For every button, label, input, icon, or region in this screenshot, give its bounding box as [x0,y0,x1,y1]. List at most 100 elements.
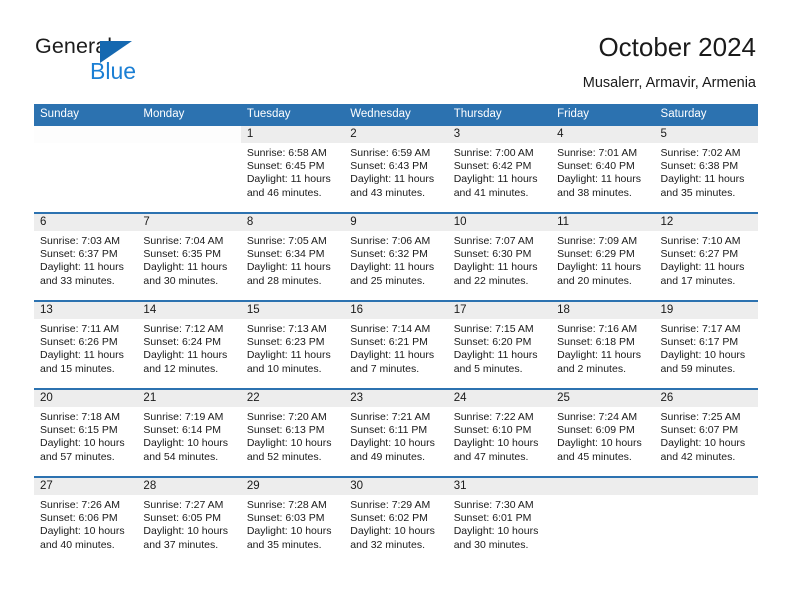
daylight-text-line1: Daylight: 10 hours [246,525,332,538]
calendar-week-inner: 27 Sunrise: 7:26 AM Sunset: 6:06 PM Dayligh… [34,478,758,564]
calendar-day-cell[interactable]: 24 Sunrise: 7:22 AM Sunset: 6:10 PM Dayligh… [447,390,552,476]
daylight-text-line1: Daylight: 10 hours [660,437,746,450]
weekday-header-sunday: Sunday [40,108,80,120]
daylight-text-line1: Daylight: 11 hours [350,173,435,186]
sunset-text: Sunset: 6:43 PM [350,160,428,173]
day-detail-lines: Sunrise: 7:25 AM Sunset: 6:07 PM Daylight:… [655,407,758,464]
sunrise-text: Sunrise: 7:00 AM [453,147,534,159]
sunrise-text: Sunrise: 7:11 AM [40,323,120,335]
calendar-day-cell[interactable] [34,126,138,212]
day-number-band: 25 [551,390,655,407]
calendar-day-cell[interactable] [551,478,655,564]
calendar-day-cell[interactable]: 31 Sunrise: 7:30 AM Sunset: 6:01 PM Dayligh… [447,478,552,564]
day-detail-lines [551,495,654,499]
calendar-week-row: 1 Sunrise: 6:58 AM Sunset: 6:45 PM Daylight… [34,126,758,214]
sunset-text: Sunset: 6:17 PM [660,336,739,349]
calendar-day-cell[interactable]: 7 Sunrise: 7:04 AM Sunset: 6:35 PM Daylight… [137,214,241,300]
daylight-text-line2: and 5 minutes. [453,362,523,375]
calendar-day-cell[interactable]: 22 Sunrise: 7:20 AM Sunset: 6:13 PM Dayligh… [240,390,345,476]
day-number-band: 24 [447,390,552,407]
calendar-day-cell[interactable]: 18 Sunrise: 7:16 AM Sunset: 6:18 PM Dayligh… [551,302,655,388]
day-number [655,478,758,480]
calendar-day-cell[interactable]: 20 Sunrise: 7:18 AM Sunset: 6:15 PM Dayligh… [34,390,138,476]
day-number: 17 [453,304,467,316]
calendar-day-cell[interactable]: 30 Sunrise: 7:29 AM Sunset: 6:02 PM Dayligh… [344,478,448,564]
day-number: 10 [453,216,467,228]
brand-logo[interactable]: General Blue [35,35,195,86]
brand-logo-blue-text: Blue [90,58,137,84]
calendar-day-cell[interactable]: 2 Sunrise: 6:59 AM Sunset: 6:43 PM Daylight… [344,126,448,212]
calendar-day-cell[interactable]: 16 Sunrise: 7:14 AM Sunset: 6:21 PM Dayligh… [344,302,448,388]
daylight-text-line1: Daylight: 11 hours [660,173,745,186]
day-detail-lines: Sunrise: 7:24 AM Sunset: 6:09 PM Daylight:… [551,407,654,464]
day-detail-lines: Sunrise: 7:19 AM Sunset: 6:14 PM Daylight:… [137,407,240,464]
day-detail-lines: Sunrise: 7:29 AM Sunset: 6:02 PM Daylight:… [344,495,447,552]
daylight-text-line2: and 40 minutes. [40,538,115,551]
day-number-band: 29 [240,478,345,495]
sunset-text: Sunset: 6:01 PM [453,512,532,525]
day-number-band [654,478,758,495]
day-number: 30 [350,480,364,492]
calendar-day-cell[interactable]: 10 Sunrise: 7:07 AM Sunset: 6:30 PM Dayligh… [447,214,552,300]
daylight-text-line2: and 30 minutes. [143,274,219,287]
calendar-day-cell[interactable]: 4 Sunrise: 7:01 AM Sunset: 6:40 PM Daylight… [551,126,655,212]
sunset-text: Sunset: 6:15 PM [40,424,118,437]
sunrise-text: Sunrise: 7:17 AM [660,323,741,335]
calendar-week-row: 27 Sunrise: 7:26 AM Sunset: 6:06 PM Dayligh… [34,478,758,564]
day-number-band: 30 [344,478,448,495]
day-number: 13 [40,304,53,316]
calendar-week-inner: 6 Sunrise: 7:03 AM Sunset: 6:37 PM Daylight… [34,214,758,300]
day-detail-lines: Sunrise: 7:18 AM Sunset: 6:15 PM Daylight:… [34,407,137,464]
sunrise-text: Sunrise: 7:29 AM [350,499,431,511]
calendar-day-cell[interactable]: 21 Sunrise: 7:19 AM Sunset: 6:14 PM Dayligh… [137,390,241,476]
sunrise-text: Sunrise: 7:05 AM [246,235,327,247]
daylight-text-line2: and 25 minutes. [350,274,425,287]
page-header: General Blue October 2024 Musalerr, Arma… [0,0,792,104]
daylight-text-line2: and 59 minutes. [660,362,736,375]
day-number-band: 4 [551,126,655,143]
day-number-band: 20 [34,390,138,407]
daylight-text-line1: Daylight: 11 hours [453,173,538,186]
sunset-text: Sunset: 6:11 PM [350,424,428,437]
calendar-day-cell[interactable]: 19 Sunrise: 7:17 AM Sunset: 6:17 PM Dayligh… [654,302,758,388]
sunset-text: Sunset: 6:30 PM [453,248,532,261]
calendar-day-cell[interactable]: 29 Sunrise: 7:28 AM Sunset: 6:03 PM Dayligh… [240,478,345,564]
calendar-day-cell[interactable]: 11 Sunrise: 7:09 AM Sunset: 6:29 PM Dayligh… [551,214,655,300]
day-number-band: 17 [447,302,552,319]
sunset-text: Sunset: 6:34 PM [246,248,325,261]
calendar-day-cell[interactable]: 23 Sunrise: 7:21 AM Sunset: 6:11 PM Dayligh… [344,390,448,476]
sunrise-text: Sunrise: 6:59 AM [350,147,431,159]
day-number: 27 [40,480,53,492]
day-number-band [551,478,655,495]
day-number: 22 [246,392,260,404]
calendar-day-cell[interactable] [654,478,758,564]
day-number: 19 [660,304,674,316]
sunset-text: Sunset: 6:13 PM [246,424,325,437]
calendar-day-cell[interactable]: 17 Sunrise: 7:15 AM Sunset: 6:20 PM Dayligh… [447,302,552,388]
calendar-day-cell[interactable]: 12 Sunrise: 7:10 AM Sunset: 6:27 PM Dayligh… [654,214,758,300]
calendar-day-cell[interactable]: 28 Sunrise: 7:27 AM Sunset: 6:05 PM Dayligh… [137,478,241,564]
calendar-day-cell[interactable]: 6 Sunrise: 7:03 AM Sunset: 6:37 PM Daylight… [34,214,138,300]
calendar-day-cell[interactable]: 5 Sunrise: 7:02 AM Sunset: 6:38 PM Daylight… [654,126,758,212]
daylight-text-line2: and 46 minutes. [246,186,322,199]
calendar-day-cell[interactable]: 26 Sunrise: 7:25 AM Sunset: 6:07 PM Dayligh… [654,390,758,476]
sunset-text: Sunset: 6:21 PM [350,336,428,349]
calendar-day-cell[interactable]: 3 Sunrise: 7:00 AM Sunset: 6:42 PM Daylight… [447,126,552,212]
calendar-day-cell[interactable]: 25 Sunrise: 7:24 AM Sunset: 6:09 PM Dayligh… [551,390,655,476]
calendar-day-cell[interactable]: 9 Sunrise: 7:06 AM Sunset: 6:32 PM Daylight… [344,214,448,300]
day-number: 18 [557,304,570,316]
day-number: 31 [453,480,467,492]
calendar-day-cell[interactable]: 27 Sunrise: 7:26 AM Sunset: 6:06 PM Dayligh… [34,478,138,564]
day-detail-lines: Sunrise: 7:26 AM Sunset: 6:06 PM Daylight:… [34,495,137,552]
daylight-text-line2: and 15 minutes. [40,362,115,375]
calendar-day-cell[interactable]: 15 Sunrise: 7:13 AM Sunset: 6:23 PM Dayligh… [240,302,345,388]
day-detail-lines: Sunrise: 7:15 AM Sunset: 6:20 PM Daylight:… [448,319,551,376]
calendar-day-cell[interactable]: 13 Sunrise: 7:11 AM Sunset: 6:26 PM Dayligh… [34,302,138,388]
calendar-day-cell[interactable] [137,126,241,212]
calendar-day-cell[interactable]: 1 Sunrise: 6:58 AM Sunset: 6:45 PM Daylight… [240,126,345,212]
sunrise-text: Sunrise: 7:13 AM [246,323,327,335]
daylight-text-line1: Daylight: 10 hours [40,525,125,538]
calendar-day-cell[interactable]: 14 Sunrise: 7:12 AM Sunset: 6:24 PM Dayligh… [137,302,241,388]
calendar-day-cell[interactable]: 8 Sunrise: 7:05 AM Sunset: 6:34 PM Daylight… [240,214,345,300]
day-detail-lines: Sunrise: 7:02 AM Sunset: 6:38 PM Daylight:… [655,143,758,200]
